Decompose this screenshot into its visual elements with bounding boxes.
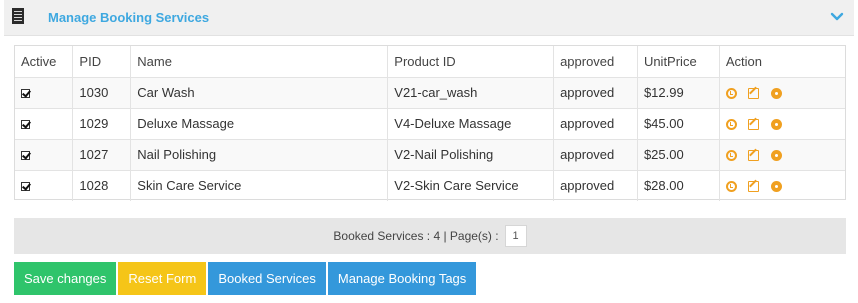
edit-icon[interactable] xyxy=(748,119,760,131)
name-cell: Nail Polishing xyxy=(130,138,389,171)
status-cell: approved xyxy=(553,107,638,140)
column-header-action: Action xyxy=(718,46,845,78)
table-row: 1029 Deluxe Massage V4-Deluxe Massage ap… xyxy=(15,107,845,140)
name-cell: Skin Care Service xyxy=(130,169,389,201)
gear-icon[interactable] xyxy=(771,150,783,162)
action-cell xyxy=(718,107,845,140)
status-cell: approved xyxy=(553,169,638,201)
unit-price-cell: $45.00 xyxy=(636,107,720,140)
page-link[interactable]: 1 xyxy=(504,225,527,247)
clock-icon[interactable] xyxy=(725,181,737,193)
gear-icon[interactable] xyxy=(771,88,783,100)
product-id-cell: V21-car_wash xyxy=(387,76,555,109)
column-header-active[interactable]: Active xyxy=(15,46,74,78)
unit-price-cell: $28.00 xyxy=(636,169,720,201)
active-checkbox[interactable] xyxy=(21,89,30,99)
gear-icon[interactable] xyxy=(771,119,783,131)
clock-icon[interactable] xyxy=(725,88,737,100)
clock-icon[interactable] xyxy=(725,150,737,162)
product-id-cell: V4-Deluxe Massage xyxy=(387,107,555,140)
column-header-unitprice[interactable]: UnitPrice xyxy=(636,46,720,78)
booked-services-button[interactable]: Booked Services xyxy=(208,262,326,295)
pid-cell: 1029 xyxy=(72,107,132,140)
reset-form-button[interactable]: Reset Form xyxy=(118,262,207,295)
product-id-cell: V2-Nail Polishing xyxy=(387,138,555,171)
edit-icon[interactable] xyxy=(748,181,760,193)
active-checkbox[interactable] xyxy=(21,120,30,130)
action-buttons: Save changes Reset Form Booked Services … xyxy=(14,262,478,295)
action-cell xyxy=(718,76,845,109)
chevron-down-icon[interactable] xyxy=(830,10,844,24)
gear-icon[interactable] xyxy=(771,181,783,193)
edit-icon[interactable] xyxy=(748,150,760,162)
pagination-bar: Booked Services : 4 | Page(s) : 1 xyxy=(14,218,846,254)
document-list-icon xyxy=(12,8,24,24)
table-row: 1027 Nail Polishing V2-Nail Polishing ap… xyxy=(15,138,845,171)
save-changes-button[interactable]: Save changes xyxy=(14,262,117,295)
name-cell: Deluxe Massage xyxy=(130,107,389,140)
action-cell xyxy=(718,169,845,201)
column-header-name[interactable]: Name xyxy=(130,46,389,78)
column-header-approved[interactable]: approved xyxy=(553,46,638,78)
pid-cell: 1030 xyxy=(72,76,132,109)
unit-price-cell: $12.99 xyxy=(636,76,720,109)
column-header-product-id[interactable]: Product ID xyxy=(387,46,555,78)
pid-cell: 1027 xyxy=(72,138,132,171)
unit-price-cell: $25.00 xyxy=(636,138,720,171)
product-id-cell: V2-Skin Care Service xyxy=(387,169,555,201)
edit-icon[interactable] xyxy=(748,88,760,100)
name-cell: Car Wash xyxy=(130,76,389,109)
status-cell: approved xyxy=(553,76,638,109)
column-header-pid[interactable]: PID xyxy=(72,46,132,78)
pagination-summary: Booked Services : 4 | Page(s) : xyxy=(333,229,499,243)
table-row: 1030 Car Wash V21-car_wash approved $12.… xyxy=(15,76,845,109)
manage-booking-tags-button[interactable]: Manage Booking Tags xyxy=(327,262,477,295)
table-row: 1028 Skin Care Service V2-Skin Care Serv… xyxy=(15,169,845,201)
status-cell: approved xyxy=(553,138,638,171)
panel-title: Manage Booking Services xyxy=(48,10,210,25)
active-checkbox[interactable] xyxy=(21,151,30,161)
table-header-row: Active PID Name Product ID approved Unit… xyxy=(15,46,845,78)
active-checkbox[interactable] xyxy=(21,182,30,192)
clock-icon[interactable] xyxy=(725,119,737,131)
services-table: Active PID Name Product ID approved Unit… xyxy=(15,46,845,201)
services-table-container: Active PID Name Product ID approved Unit… xyxy=(14,45,846,201)
pid-cell: 1028 xyxy=(72,169,132,201)
action-cell xyxy=(718,138,845,171)
panel-header[interactable]: Manage Booking Services xyxy=(4,0,854,36)
